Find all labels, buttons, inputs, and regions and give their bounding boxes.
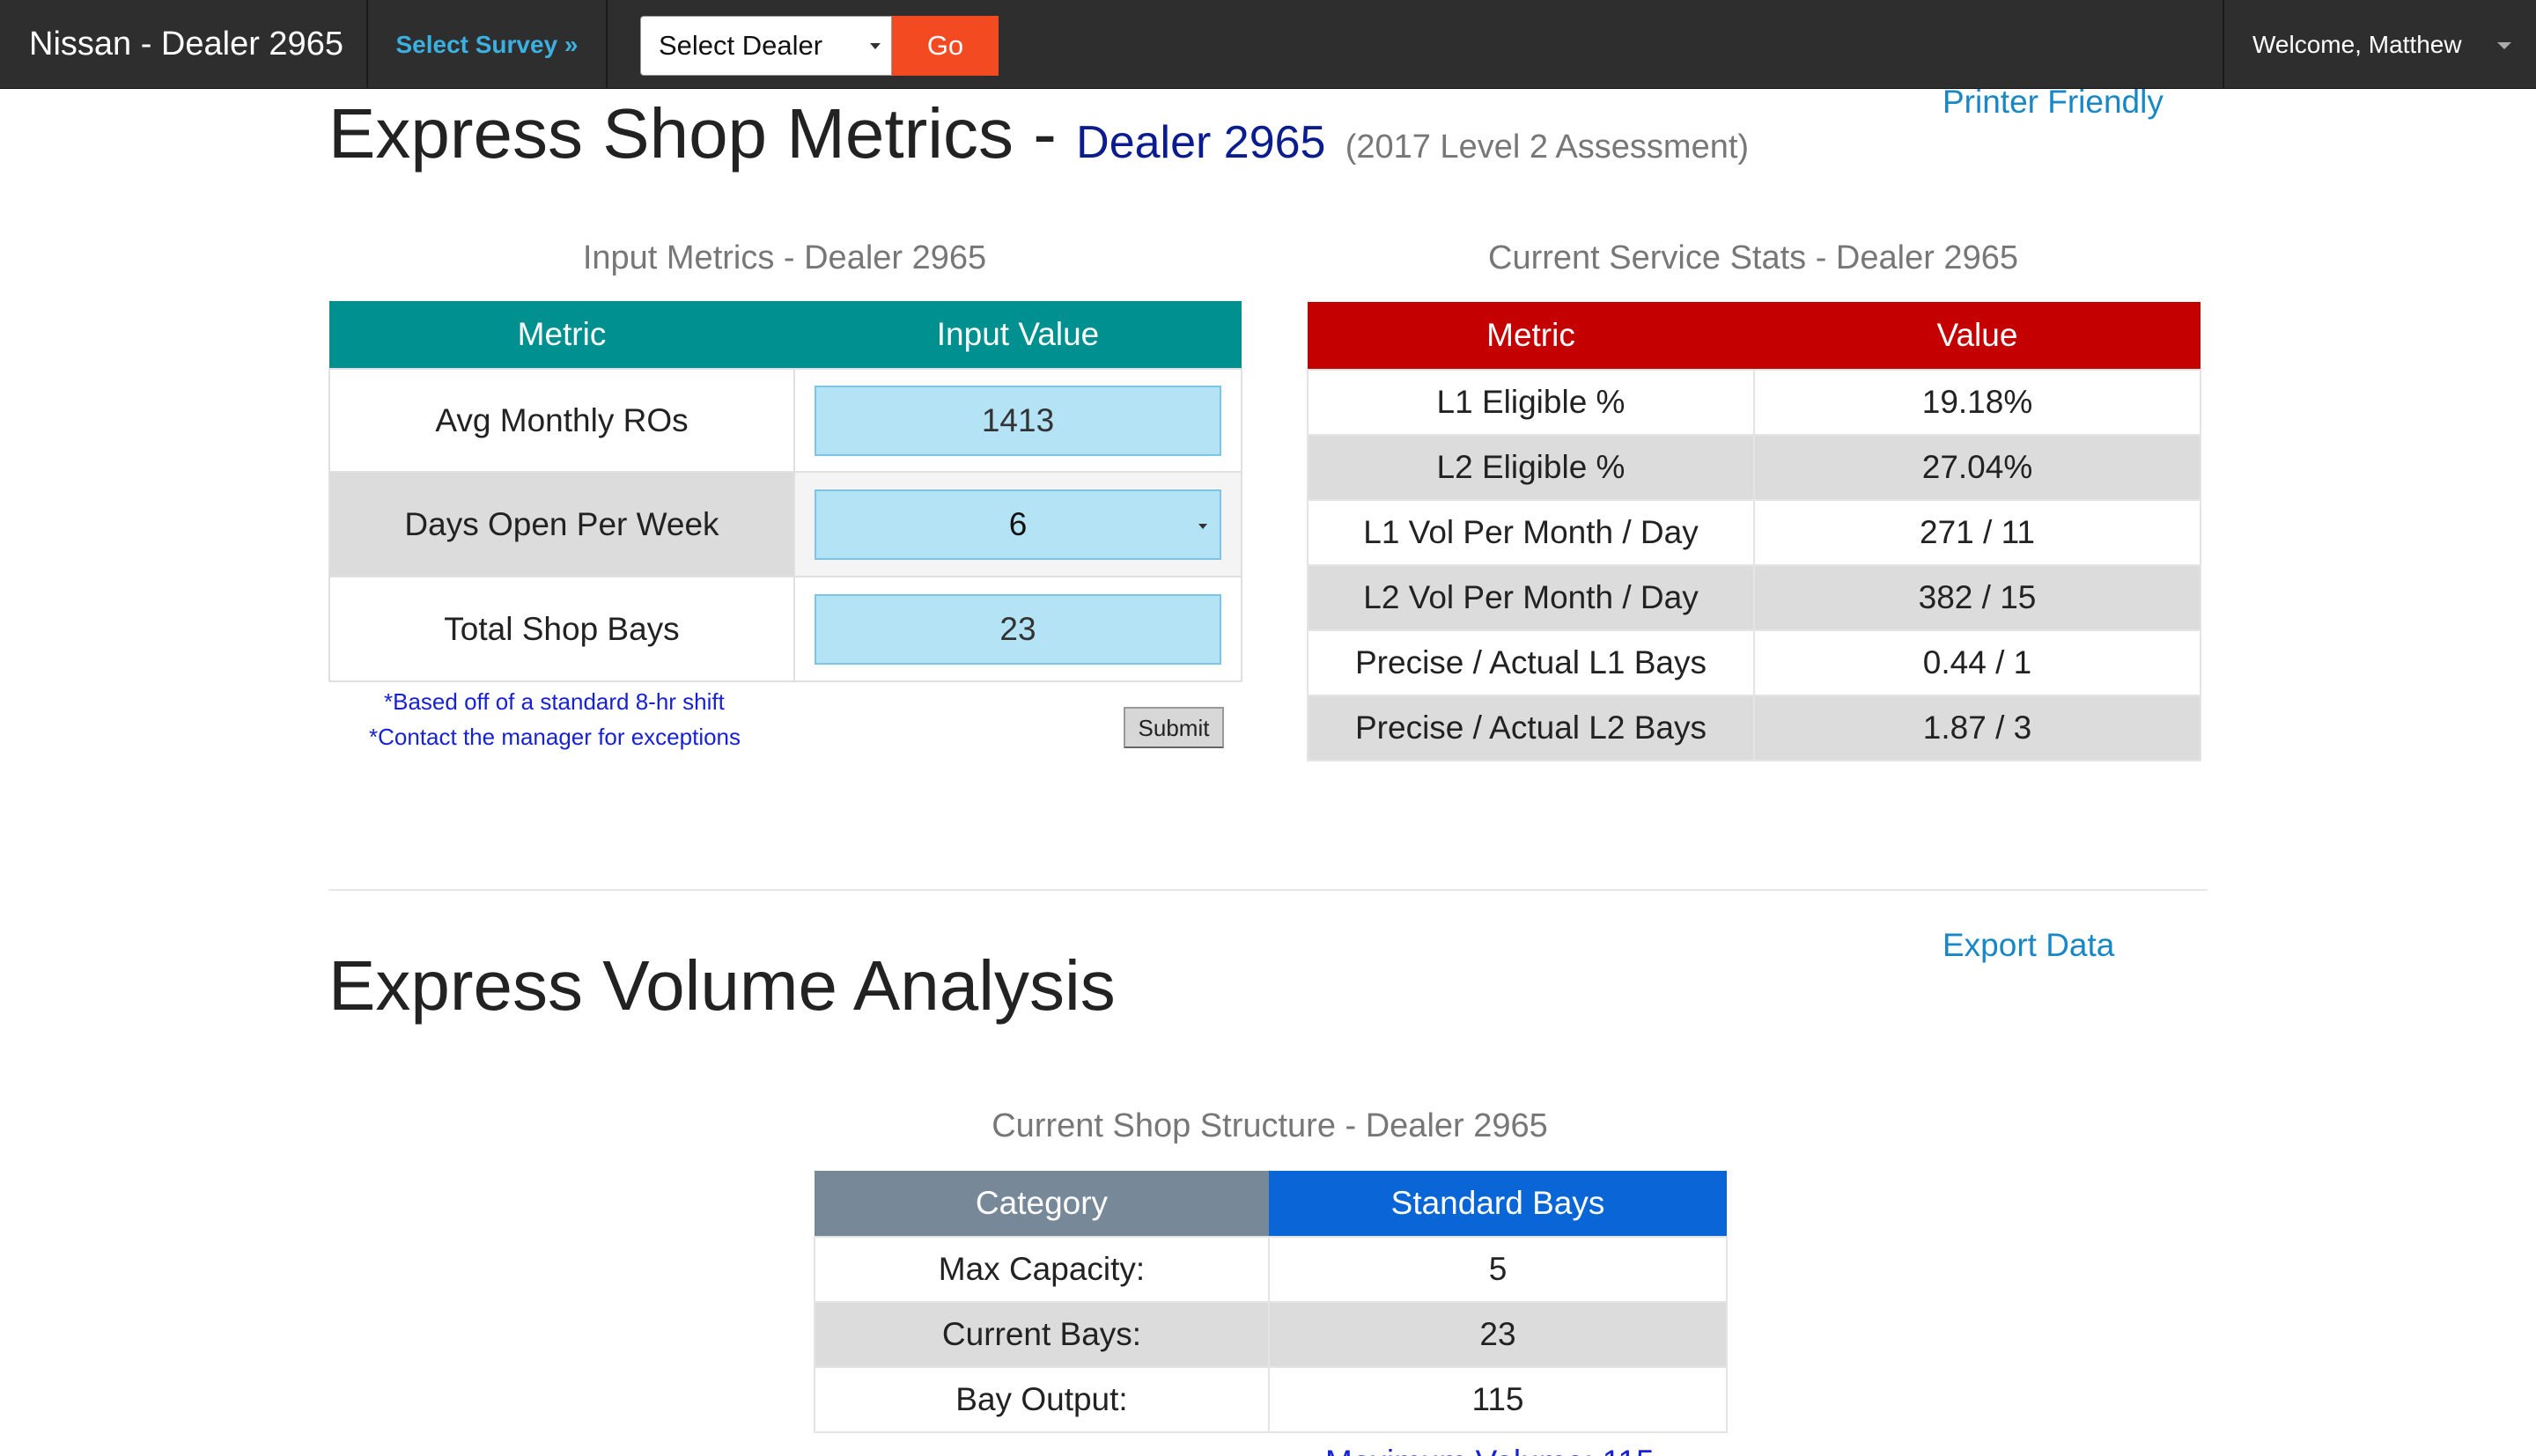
stat-label: L2 Vol Per Month / Day <box>1307 564 1755 631</box>
table-row: L2 Eligible % 27.04% <box>1307 434 2201 501</box>
welcome-text: Welcome, Matthew <box>2252 31 2462 58</box>
chevron-down-icon <box>870 43 881 49</box>
input-metric-label: Total Shop Bays <box>328 576 795 682</box>
volume-analysis-title: Express Volume Analysis <box>328 946 1116 1025</box>
go-button[interactable]: Go <box>892 16 999 76</box>
table-row: Bay Output: 115 <box>814 1366 1728 1433</box>
user-menu[interactable]: Welcome, Matthew <box>2223 0 2536 89</box>
input-metrics-caption: Input Metrics - Dealer 2965 <box>582 239 987 276</box>
table-row: L1 Eligible % 19.18% <box>1307 369 2201 436</box>
chevron-down-icon <box>1198 523 1207 529</box>
stat-value: 271 / 11 <box>1753 499 2201 566</box>
printer-friendly-link[interactable]: Printer Friendly <box>1943 84 2164 121</box>
table-row: L1 Vol Per Month / Day 271 / 11 <box>1307 499 2201 566</box>
input-metrics-header-value: Input Value <box>794 301 1242 369</box>
shop-structure-header-category: Category <box>815 1171 1269 1237</box>
page-title-dealer: Dealer 2965 <box>1076 117 1326 168</box>
stat-label: Precise / Actual L2 Bays <box>1307 695 1755 761</box>
input-metric-cell: 1413 <box>793 368 1242 473</box>
table-row: Current Bays: 23 <box>814 1301 1728 1368</box>
export-data-link[interactable]: Export Data <box>1943 927 2114 964</box>
table-row: Precise / Actual L1 Bays 0.44 / 1 <box>1307 629 2201 696</box>
brand-title[interactable]: Nissan - Dealer 2965 <box>0 0 368 89</box>
structure-value: 5 <box>1268 1236 1728 1303</box>
dealer-select-label: Select Dealer <box>659 30 823 61</box>
total-shop-bays-input[interactable]: 23 <box>815 593 1221 665</box>
service-stats-header-metric: Metric <box>1308 302 1754 370</box>
shop-structure-table: Category Standard Bays Max Capacity: 5 C… <box>814 1171 1728 1433</box>
input-metric-cell: 6 <box>793 471 1242 577</box>
shift-note: *Based off of a standard 8-hr shift <box>384 688 725 715</box>
max-volume-text: Maximum Volume: 115 <box>1325 1444 1655 1456</box>
service-stats-header-value: Value <box>1754 302 2201 370</box>
structure-value: 115 <box>1268 1366 1728 1433</box>
stat-label: Precise / Actual L1 Bays <box>1307 629 1755 696</box>
service-stats-caption: Current Service Stats - Dealer 2965 <box>1488 239 2018 276</box>
avg-monthly-ros-input[interactable]: 1413 <box>815 385 1221 456</box>
structure-label: Bay Output: <box>814 1366 1270 1433</box>
input-metric-cell: 23 <box>793 576 1242 682</box>
shop-structure-caption: Current Shop Structure - Dealer 2965 <box>992 1107 1548 1144</box>
days-open-value: 6 <box>1008 505 1028 542</box>
section-divider <box>328 889 2208 891</box>
table-row: L2 Vol Per Month / Day 382 / 15 <box>1307 564 2201 631</box>
shop-structure-header-bays: Standard Bays <box>1269 1171 1727 1237</box>
input-metric-label: Days Open Per Week <box>328 471 795 577</box>
chevron-down-icon <box>2497 42 2511 49</box>
service-stats-table: Metric Value L1 Eligible % 19.18% L2 Eli… <box>1307 302 2201 761</box>
page-title-text: Express Shop Metrics - <box>328 94 1077 173</box>
stat-value: 0.44 / 1 <box>1753 629 2201 696</box>
structure-value: 23 <box>1268 1301 1728 1368</box>
input-metric-label: Avg Monthly ROs <box>328 368 795 473</box>
exceptions-note: *Contact the manager for exceptions <box>369 724 741 750</box>
submit-button[interactable]: Submit <box>1124 707 1224 748</box>
page-title-assessment: (2017 Level 2 Assessment) <box>1345 129 1750 165</box>
input-metrics-header-metric: Metric <box>329 301 794 369</box>
stat-value: 27.04% <box>1753 434 2201 501</box>
stat-label: L1 Eligible % <box>1307 369 1755 436</box>
stat-value: 382 / 15 <box>1753 564 2201 631</box>
select-survey-link[interactable]: Select Survey » <box>368 0 608 89</box>
page-title: Express Shop Metrics - Dealer 2965 (2017… <box>328 92 1749 189</box>
structure-label: Current Bays: <box>814 1301 1270 1368</box>
structure-label: Max Capacity: <box>814 1236 1270 1303</box>
dealer-select[interactable]: Select Dealer <box>640 16 892 76</box>
days-open-select[interactable]: 6 <box>815 489 1221 560</box>
table-row: Max Capacity: 5 <box>814 1236 1728 1303</box>
stat-label: L1 Vol Per Month / Day <box>1307 499 1755 566</box>
stat-value: 19.18% <box>1753 369 2201 436</box>
input-metrics-table: Metric Input Value Avg Monthly ROs 1413 … <box>328 301 1242 682</box>
table-row: Precise / Actual L2 Bays 1.87 / 3 <box>1307 695 2201 761</box>
top-navbar: Nissan - Dealer 2965 Select Survey » Sel… <box>0 0 2536 89</box>
stat-value: 1.87 / 3 <box>1753 695 2201 761</box>
stat-label: L2 Eligible % <box>1307 434 1755 501</box>
